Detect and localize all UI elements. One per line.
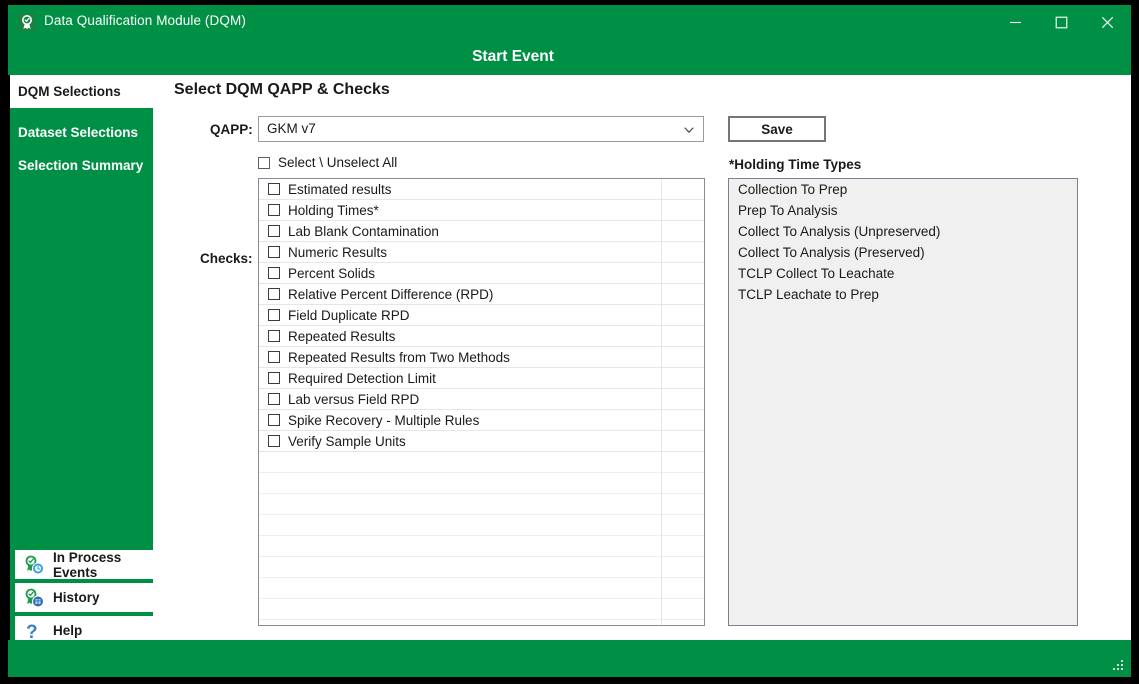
check-row[interactable]: Holding Times* <box>259 200 704 221</box>
check-checkbox[interactable] <box>268 351 280 363</box>
check-checkbox[interactable] <box>268 225 280 237</box>
sidebar-item-label: Selection Summary <box>18 158 144 173</box>
check-row[interactable]: Field Duplicate RPD <box>259 305 704 326</box>
checks-rows-container: Estimated results Holding Times* Lab Blank… <box>259 179 704 620</box>
select-unselect-all-label: Select \ Unselect All <box>278 155 398 170</box>
check-empty-row[interactable] <box>259 557 704 578</box>
check-empty-row[interactable] <box>259 452 704 473</box>
check-label: Percent Solids <box>288 265 376 281</box>
footer-band <box>8 640 1131 677</box>
minimize-button[interactable] <box>993 5 1038 40</box>
check-row[interactable]: Lab Blank Contamination <box>259 221 704 242</box>
check-checkbox[interactable] <box>268 435 280 447</box>
check-empty-row[interactable] <box>259 515 704 536</box>
close-button[interactable] <box>1085 5 1130 40</box>
holding-time-types-label: *Holding Time Types <box>729 157 862 172</box>
sidebar-item-dataset-selections[interactable]: Dataset Selections <box>10 116 155 149</box>
svg-text:?: ? <box>26 622 38 642</box>
badge-history-icon <box>21 586 47 610</box>
badge-clock-icon <box>21 553 47 577</box>
holding-time-item[interactable]: Collect To Analysis (Preserved) <box>729 242 1077 263</box>
checks-column-divider <box>661 179 662 625</box>
check-empty-row[interactable] <box>259 473 704 494</box>
page-title: Start Event <box>472 48 554 65</box>
sidebar-bottom-item-label: In Process Events <box>53 549 122 580</box>
check-empty-row[interactable] <box>259 494 704 515</box>
sidebar-item-label: Dataset Selections <box>18 125 139 140</box>
check-label: Relative Percent Difference (RPD) <box>288 286 494 302</box>
chevron-down-icon <box>682 123 696 137</box>
window-title: Data Qualification Module (DQM) <box>44 13 246 28</box>
holding-time-item[interactable]: Prep To Analysis <box>729 200 1077 221</box>
sidebar-item-selection-summary[interactable]: Selection Summary <box>10 149 155 182</box>
check-empty-row[interactable] <box>259 536 704 557</box>
holding-time-item[interactable]: Collect To Analysis (Unpreserved) <box>729 221 1077 242</box>
award-badge-icon <box>18 13 36 31</box>
application-window: Data Qualification Module (DQM) Start Ev… <box>8 5 1131 677</box>
check-row[interactable]: Estimated results <box>259 179 704 200</box>
resize-grip-icon[interactable] <box>1111 658 1125 672</box>
check-row[interactable]: Spike Recovery - Multiple Rules <box>259 410 704 431</box>
sidebar-item-in-process-events[interactable]: In Process Events <box>14 549 160 580</box>
holding-time-types-list[interactable]: Collection To Prep Prep To Analysis Collec… <box>728 178 1078 626</box>
check-label: Repeated Results from Two Methods <box>288 349 510 365</box>
check-checkbox[interactable] <box>268 414 280 426</box>
main-content: Select DQM QAPP & Checks QAPP: GKM v7 Sa… <box>153 75 1131 640</box>
header-band: Start Event <box>8 40 1131 75</box>
sidebar-item-label: DQM Selections <box>18 84 121 99</box>
sidebar-bottom-item-label: Help <box>53 623 83 638</box>
check-label: Holding Times* <box>288 202 379 218</box>
checks-label: Checks: <box>200 251 253 266</box>
check-row[interactable]: Verify Sample Units <box>259 431 704 452</box>
qapp-selected-value: GKM v7 <box>267 121 316 136</box>
check-label: Field Duplicate RPD <box>288 307 410 323</box>
check-row[interactable]: Relative Percent Difference (RPD) <box>259 284 704 305</box>
select-unselect-all-row[interactable]: Select \ Unselect All <box>258 155 397 170</box>
check-label: Lab Blank Contamination <box>288 223 439 239</box>
holding-time-item[interactable]: Collection To Prep <box>729 179 1077 200</box>
check-checkbox[interactable] <box>268 204 280 216</box>
maximize-button[interactable] <box>1039 5 1084 40</box>
check-label: Verify Sample Units <box>288 433 406 449</box>
holding-time-item[interactable]: TCLP Leachate to Prep <box>729 284 1077 305</box>
qapp-select[interactable]: GKM v7 <box>258 116 704 142</box>
check-checkbox[interactable] <box>268 183 280 195</box>
question-mark-icon: ? <box>21 619 47 643</box>
check-row[interactable]: Repeated Results from Two Methods <box>259 347 704 368</box>
check-checkbox[interactable] <box>268 246 280 258</box>
check-label: Estimated results <box>288 181 392 197</box>
check-checkbox[interactable] <box>268 330 280 342</box>
check-row[interactable]: Numeric Results <box>259 242 704 263</box>
check-row[interactable]: Percent Solids <box>259 263 704 284</box>
check-checkbox[interactable] <box>268 267 280 279</box>
sidebar-item-history[interactable]: History <box>14 582 160 613</box>
checks-list[interactable]: Estimated results Holding Times* Lab Blank… <box>258 178 705 626</box>
sidebar: DQM Selections Dataset Selections Select… <box>8 75 160 646</box>
sidebar-item-dqm-selections[interactable]: DQM Selections <box>10 75 155 108</box>
check-row[interactable]: Repeated Results <box>259 326 704 347</box>
check-checkbox[interactable] <box>268 309 280 321</box>
check-empty-row[interactable] <box>259 578 704 599</box>
check-label: Required Detection Limit <box>288 370 436 386</box>
holding-time-item[interactable]: TCLP Collect To Leachate <box>729 263 1077 284</box>
check-label: Lab versus Field RPD <box>288 391 420 407</box>
title-bar: Data Qualification Module (DQM) <box>8 5 1131 40</box>
check-label: Numeric Results <box>288 244 388 260</box>
check-checkbox[interactable] <box>268 393 280 405</box>
sidebar-bottom-item-label: History <box>53 590 100 605</box>
select-unselect-all-checkbox[interactable] <box>258 156 270 169</box>
qapp-label: QAPP: <box>210 122 253 137</box>
check-empty-row[interactable] <box>259 599 704 620</box>
check-checkbox[interactable] <box>268 372 280 384</box>
check-checkbox[interactable] <box>268 288 280 300</box>
check-row[interactable]: Lab versus Field RPD <box>259 389 704 410</box>
check-label: Repeated Results <box>288 328 396 344</box>
save-button[interactable]: Save <box>728 116 826 142</box>
section-heading: Select DQM QAPP & Checks <box>174 81 390 98</box>
check-row[interactable]: Required Detection Limit <box>259 368 704 389</box>
check-label: Spike Recovery - Multiple Rules <box>288 412 480 428</box>
